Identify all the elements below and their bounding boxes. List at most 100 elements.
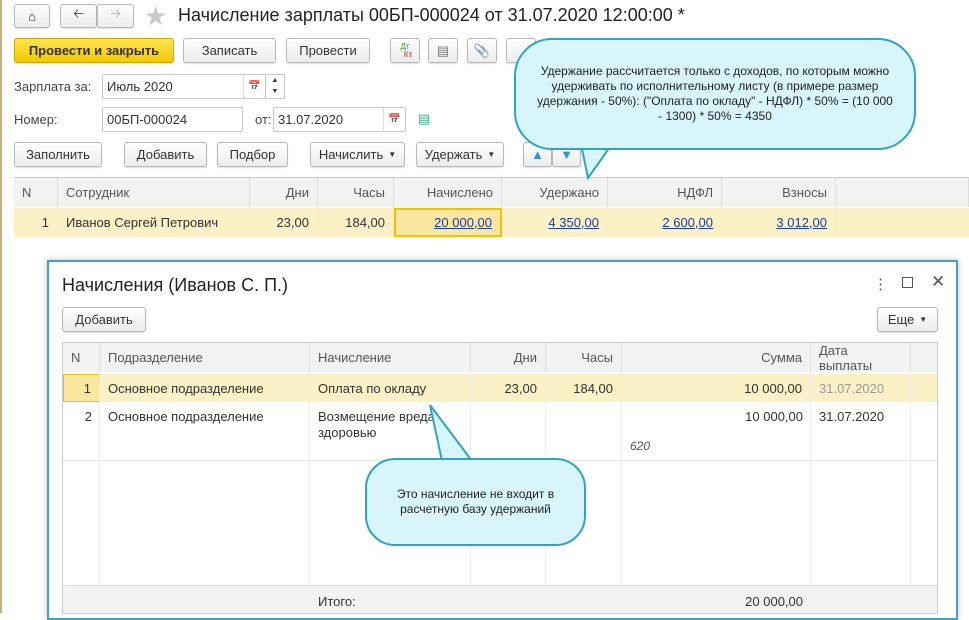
employees-table: N Сотрудник Дни Часы Начислено Удержано … [14, 177, 969, 237]
home-button[interactable]: ⌂ [14, 4, 50, 28]
column-header-contributions[interactable]: Взносы [722, 178, 836, 207]
column-header-employee[interactable]: Сотрудник [58, 178, 250, 207]
attach-button[interactable]: 📎 [467, 38, 497, 63]
column-header-accrual[interactable]: Начисление [310, 343, 471, 372]
hours-cell[interactable]: 184,00 [546, 374, 622, 402]
accrued-link[interactable]: 20 000,00 [434, 215, 492, 230]
callout-tail [429, 405, 478, 465]
total-sum: 20 000,00 [745, 594, 803, 609]
favorite-star-icon[interactable]: ★ [144, 1, 167, 32]
department-cell[interactable]: Основное подразделение [108, 409, 264, 424]
sum-cell[interactable]: 10 000,00 [622, 409, 811, 424]
withhold-dropdown[interactable]: Удержать ▼ [416, 142, 504, 167]
paperclip-icon: 📎 [473, 42, 491, 58]
date-value: 31.07.2020 [278, 112, 344, 127]
column-header-department[interactable]: Подразделение [100, 343, 310, 372]
post-and-close-button[interactable]: Провести и закрыть [14, 38, 174, 63]
withhold-label: Удержать [424, 147, 483, 162]
contributions-link[interactable]: 3 012,00 [776, 215, 827, 230]
contributions-cell[interactable]: 3 012,00 [722, 208, 836, 237]
column-header-payment-date[interactable]: Дата выплаты [811, 343, 911, 373]
code-note: 620 [630, 439, 651, 453]
arrow-up-icon: ▲ [531, 147, 544, 162]
column-header-hours[interactable]: Часы [546, 343, 622, 372]
more-dropdown[interactable]: Еще ▼ [877, 307, 938, 332]
accruals-dialog: Начисления (Иванов С. П.) ⋮ ✕ Добавить Е… [47, 260, 958, 620]
salary-for-input[interactable]: Июль 2020 [102, 74, 266, 99]
dialog-add-button[interactable]: Добавить [62, 307, 146, 332]
table-row[interactable]: 2 Основное подразделение Возмещение вред… [63, 403, 937, 461]
list-icon: ▤ [436, 42, 450, 58]
more-menu-icon[interactable]: ⋮ [873, 275, 888, 293]
total-label: Итого: [318, 594, 356, 609]
ndfl-link[interactable]: 2 600,00 [662, 215, 713, 230]
column-divider [910, 373, 911, 585]
add-button[interactable]: Добавить [124, 142, 207, 167]
sum-cell[interactable]: 10 000,00 [622, 374, 811, 402]
calendar-icon[interactable]: 📅 [383, 108, 405, 131]
month-spinner[interactable]: ▲ ▼ [265, 74, 285, 99]
accrued-cell[interactable]: 20 000,00 [394, 208, 502, 237]
totals-row: Итого: 20 000,00 [63, 585, 937, 613]
number-value: 00БП-000024 [107, 112, 188, 127]
arrow-left-icon: 🡠 [73, 6, 84, 21]
callout-withholding-note: Удержание рассчитается только с доходов,… [514, 38, 916, 150]
payment-date-cell[interactable]: 31.07.2020 [819, 409, 884, 424]
hours-cell[interactable]: 184,00 [318, 208, 394, 237]
column-header-days[interactable]: Дни [471, 343, 546, 372]
column-header-sum[interactable]: Сумма [622, 343, 811, 372]
save-button[interactable]: Записать [183, 38, 276, 63]
home-icon: ⌂ [28, 8, 36, 24]
accrue-dropdown[interactable]: Начислить ▼ [310, 142, 405, 167]
days-cell[interactable]: 23,00 [471, 374, 546, 402]
column-header-n[interactable]: N [14, 178, 58, 207]
fill-button[interactable]: Заполнить [14, 142, 102, 167]
salary-for-label: Зарплата за: [14, 79, 92, 94]
column-divider [810, 373, 811, 585]
column-header-hours[interactable]: Часы [318, 178, 394, 207]
payment-date-cell[interactable]: 31.07.2020 [811, 374, 911, 402]
more-label: Еще [887, 312, 915, 327]
employee-cell[interactable]: Иванов Сергей Петрович [58, 208, 250, 237]
accrual-cell[interactable]: Оплата по окладу [310, 374, 471, 402]
column-header-withheld[interactable]: Удержано [502, 178, 608, 207]
table-row[interactable]: 1 Основное подразделение Оплата по оклад… [63, 374, 937, 402]
department-cell[interactable]: Основное подразделение [100, 374, 310, 402]
column-divider [99, 373, 100, 585]
page-title: Начисление зарплаты 00БП-000024 от 31.07… [178, 5, 685, 25]
column-header-accrued[interactable]: Начислено [394, 178, 502, 207]
comment-icon[interactable]: ▤ [418, 111, 430, 127]
table-row[interactable]: 1 Иванов Сергей Петрович 23,00 184,00 20… [14, 208, 969, 237]
column-header-n[interactable]: N [63, 343, 100, 372]
post-button[interactable]: Провести [286, 38, 370, 63]
column-header-empty [836, 178, 969, 207]
date-label: от: [255, 112, 272, 127]
row-number: 1 [14, 208, 58, 237]
column-divider [621, 373, 622, 585]
select-button[interactable]: Подбор [217, 142, 288, 167]
column-divider [309, 373, 310, 585]
column-header-days[interactable]: Дни [250, 178, 318, 207]
arrow-right-icon: 🡢 [110, 6, 121, 21]
accrue-label: Начислить [318, 147, 384, 162]
forward-button[interactable]: 🡢 [97, 4, 134, 28]
withheld-link[interactable]: 4 350,00 [548, 215, 599, 230]
back-button[interactable]: 🡠 [60, 4, 97, 28]
kt-icon: Кт [403, 49, 413, 59]
chevron-down-icon: ▼ [919, 315, 928, 324]
ndfl-cell[interactable]: 2 600,00 [608, 208, 722, 237]
list-button[interactable]: ▤ [428, 38, 458, 63]
column-header-empty [911, 343, 937, 372]
row-number: 1 [63, 374, 100, 402]
chevron-down-icon: ▼ [388, 150, 397, 159]
column-header-ndfl[interactable]: НДФЛ [608, 178, 722, 207]
close-icon[interactable]: ✕ [931, 272, 945, 292]
days-cell[interactable]: 23,00 [250, 208, 318, 237]
number-input[interactable]: 00БП-000024 [102, 107, 243, 132]
number-label: Номер: [14, 112, 58, 127]
chevron-down-icon: ▼ [487, 150, 496, 159]
withheld-cell[interactable]: 4 350,00 [502, 208, 608, 237]
dt-kt-button[interactable]: Дт Кт [390, 38, 420, 63]
maximize-icon[interactable] [902, 277, 913, 288]
calendar-icon[interactable]: 📅 [243, 75, 265, 98]
